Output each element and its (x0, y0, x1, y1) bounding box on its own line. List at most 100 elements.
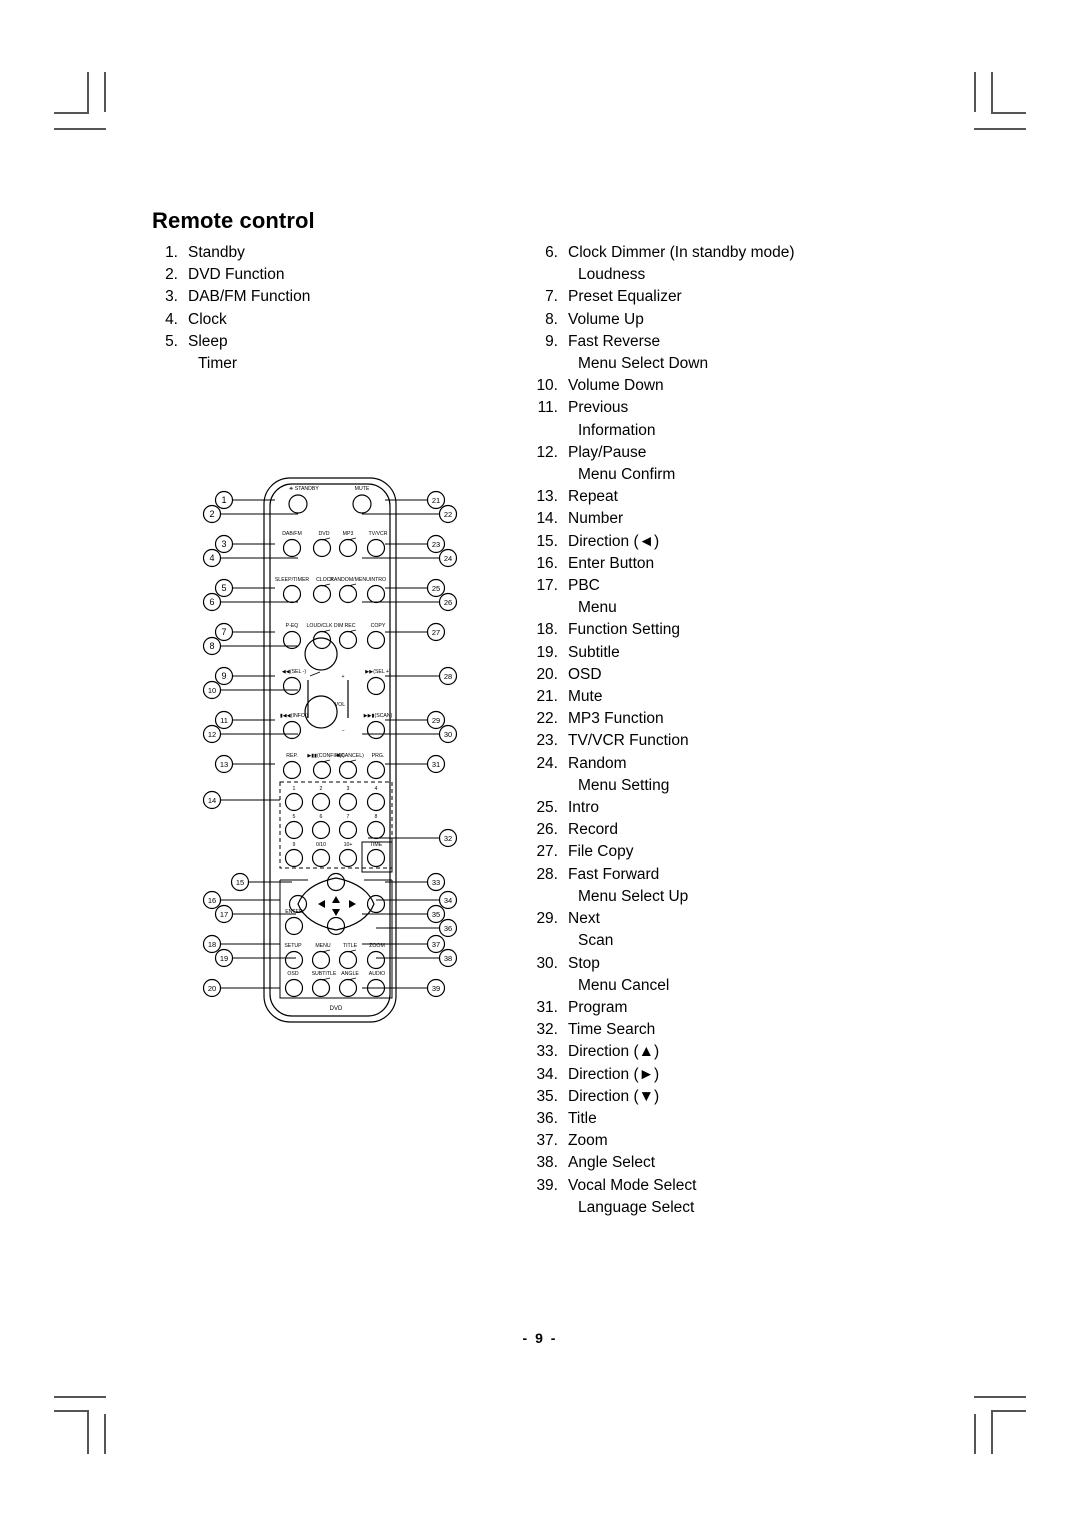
callout-marker-16: 16 (202, 890, 222, 910)
callout-marker-5: 5 (214, 578, 234, 598)
legend-item-sublabel: Menu (578, 599, 617, 617)
svg-text:13: 13 (220, 760, 228, 769)
svg-text:SLEEP/TIMER: SLEEP/TIMER (275, 577, 310, 583)
callout-marker-11: 11 (214, 710, 234, 730)
svg-text:DVD: DVD (319, 531, 330, 537)
svg-text:OSD: OSD (287, 971, 298, 977)
callout-marker-8: 8 (202, 636, 222, 656)
legend-item-number: 2. (165, 266, 178, 284)
legend-item: 6. Clock Dimmer (In standby mode) (532, 242, 952, 264)
svg-text:LOUD/CLK DIM: LOUD/CLK DIM (307, 623, 344, 629)
legend-item: 32. Time Search (532, 1019, 952, 1041)
callout-marker-19: 19 (214, 948, 234, 968)
svg-text:34: 34 (444, 896, 452, 905)
legend-item-label: DVD Function (188, 266, 285, 284)
svg-text:38: 38 (444, 954, 452, 963)
legend-item-number: 20. (536, 665, 558, 683)
legend-item-number: 24. (536, 754, 558, 772)
legend-item-number: 38. (536, 1154, 558, 1172)
svg-text:20: 20 (208, 984, 216, 993)
crop-mark-bottom-right-vertical-2 (974, 1414, 976, 1454)
svg-text:12: 12 (208, 730, 216, 739)
callout-marker-22: 22 (438, 504, 458, 524)
legend-item-sublabel: Loudness (578, 266, 646, 284)
legend-item-number: 21. (536, 688, 558, 706)
svg-text:SUBTITLE: SUBTITLE (312, 971, 337, 977)
callout-marker-37: 37 (426, 934, 446, 954)
svg-text:REP.: REP. (286, 753, 297, 759)
legend-item: 10. Volume Down (532, 375, 952, 397)
svg-text:MENU: MENU (315, 943, 331, 949)
svg-text:6: 6 (209, 597, 214, 607)
legend-item: 39. Vocal Mode Select (532, 1175, 952, 1197)
legend-item-number: 19. (536, 643, 558, 661)
legend-item-number: 18. (536, 621, 558, 639)
legend-item-sublabel: Menu Setting (578, 776, 670, 794)
callout-marker-38: 38 (438, 948, 458, 968)
callout-marker-21: 21 (426, 490, 446, 510)
svg-text:P-EQ: P-EQ (286, 623, 299, 629)
legend-item: 11. Previous (532, 397, 952, 419)
svg-text:COPY: COPY (371, 623, 386, 629)
svg-text:5: 5 (293, 814, 296, 820)
crop-mark-bottom-left-horizontal-2 (54, 1396, 106, 1398)
legend-item: 20. OSD (532, 664, 952, 686)
svg-text:◀◀(SEL -): ◀◀(SEL -) (282, 669, 306, 675)
svg-text:PRG.: PRG. (372, 753, 385, 759)
legend-item-number: 10. (536, 377, 558, 395)
legend-item-label: PBC (568, 577, 600, 595)
legend-item-number: 12. (536, 443, 558, 461)
crop-mark-bottom-left-vertical (87, 1412, 89, 1454)
svg-text:▮◀◀(INFO.): ▮◀◀(INFO.) (280, 713, 308, 719)
svg-text:■(CANCEL): ■(CANCEL) (336, 753, 364, 759)
legend-item-number: 34. (536, 1065, 558, 1083)
callout-marker-6: 6 (202, 592, 222, 612)
legend-item-label: Title (568, 1109, 597, 1127)
legend-item-number: 1. (165, 244, 178, 261)
legend-item-label: Zoom (568, 1132, 608, 1150)
legend-item: 28. Fast Forward (532, 864, 952, 886)
svg-text:5: 5 (221, 583, 226, 593)
svg-text:37: 37 (432, 940, 440, 949)
callout-marker-20: 20 (202, 978, 222, 998)
svg-text:15: 15 (236, 878, 244, 887)
svg-text:2: 2 (209, 509, 214, 519)
svg-text:33: 33 (432, 878, 440, 887)
legend-item-label: Direction (▲) (568, 1043, 660, 1061)
svg-text:21: 21 (432, 496, 440, 505)
svg-text:ENTER: ENTER (285, 909, 303, 915)
legend-item: 8. Volume Up (532, 309, 952, 331)
svg-text:TITLE: TITLE (343, 943, 358, 949)
legend-item-number: 4. (165, 310, 178, 328)
svg-text:4: 4 (375, 786, 378, 792)
callout-marker-36: 36 (438, 918, 458, 938)
legend-item-number: 16. (536, 554, 558, 572)
callout-marker-1: 1 (214, 490, 234, 510)
legend-item: 27. File Copy (532, 841, 952, 863)
legend-item-number: 35. (536, 1087, 558, 1105)
legend-item-number: 17. (536, 577, 558, 595)
legend-item: 13. Repeat (532, 486, 952, 508)
legend-item-number: 7. (545, 288, 558, 306)
remote-control-diagram: ⎈ STANDBY MUTE DAB/FM DVD MP3 TV/VCR SLE… (180, 470, 480, 1030)
legend-item-label: Volume Down (568, 377, 664, 395)
legend-item-sublabel: Menu Confirm (578, 466, 676, 484)
callout-marker-10: 10 (202, 680, 222, 700)
legend-item-number: 37. (536, 1132, 558, 1150)
legend-item: 33. Direction (▲) (532, 1041, 952, 1063)
callout-marker-23: 23 (426, 534, 446, 554)
legend-item-label: Standby (188, 244, 245, 261)
legend-item-label: MP3 Function (568, 710, 664, 728)
legend-item: 23. TV/VCR Function (532, 730, 952, 752)
page-number: - 9 - (522, 1330, 558, 1346)
svg-text:1: 1 (221, 495, 226, 505)
legend-item-number: 8. (545, 310, 558, 328)
legend-item-number: 22. (536, 710, 558, 728)
legend-item-number: 26. (536, 821, 558, 839)
svg-text:8: 8 (209, 641, 214, 651)
legend-item-label: DAB/FM Function (188, 288, 311, 306)
crop-mark-top-right-horizontal (991, 112, 1026, 114)
callout-marker-31: 31 (426, 754, 446, 774)
legend-item-label: Random (568, 754, 627, 772)
legend-item-number: 6. (545, 244, 558, 261)
